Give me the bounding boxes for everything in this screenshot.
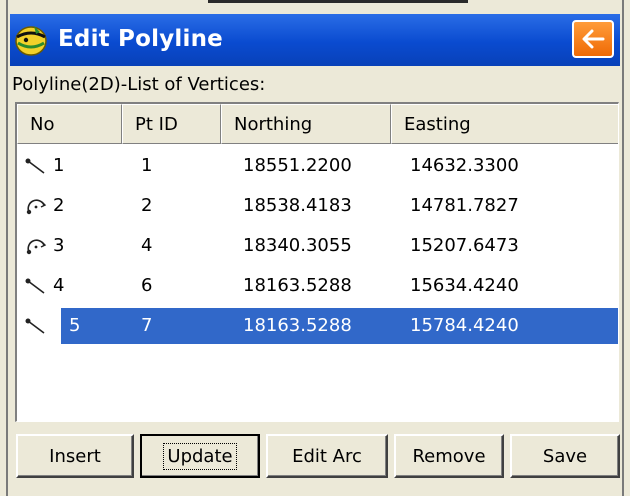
cell-easting: 15784.4240 (410, 315, 519, 336)
cell-easting: 15634.4240 (410, 275, 519, 296)
column-header-no[interactable]: No (17, 104, 122, 144)
update-button-label: Update (163, 442, 237, 470)
cell-easting: 14632.3300 (410, 155, 519, 176)
vertex-list[interactable]: No Pt ID Northing Easting 1 1 18551.2200… (15, 102, 619, 422)
update-button[interactable]: Update (140, 434, 260, 478)
back-arrow-icon (582, 29, 605, 49)
list-header: No Pt ID Northing Easting (17, 104, 618, 144)
remove-button[interactable]: Remove (394, 434, 504, 478)
app-logo-icon (15, 26, 47, 56)
column-header-northing[interactable]: Northing (221, 104, 391, 144)
table-row[interactable]: 1 1 18551.2200 14632.3300 (17, 146, 618, 186)
cell-easting: 15207.6473 (410, 235, 519, 256)
arc-segment-icon (26, 239, 47, 255)
cell-no: 2 (53, 195, 65, 216)
insert-button[interactable]: Insert (16, 434, 134, 478)
cell-northing: 18163.5288 (243, 315, 352, 336)
remove-button-label: Remove (412, 445, 486, 467)
arc-segment-icon (26, 199, 47, 215)
line-segment-icon (25, 278, 45, 294)
window-top-border (208, 0, 468, 3)
back-button[interactable] (572, 20, 614, 58)
line-segment-icon (25, 158, 45, 174)
cell-northing: 18538.4183 (243, 195, 352, 216)
table-row[interactable]: 3 4 18340.3055 15207.6473 (17, 226, 618, 266)
vertex-list-caption: Polyline(2D)-List of Vertices: (12, 74, 266, 95)
cell-northing: 18163.5288 (243, 275, 352, 296)
cell-pt-id: 2 (141, 195, 153, 216)
save-button-label: Save (542, 445, 588, 467)
cell-pt-id: 6 (141, 275, 153, 296)
cell-no: 4 (53, 275, 65, 296)
line-segment-icon (25, 318, 45, 334)
table-row-selected[interactable]: 5 7 18163.5288 15784.4240 (17, 306, 618, 346)
column-header-easting[interactable]: Easting (391, 104, 618, 144)
cell-northing: 18340.3055 (243, 235, 352, 256)
insert-button-label: Insert (49, 445, 101, 467)
column-header-pt-id[interactable]: Pt ID (122, 104, 221, 144)
save-button[interactable]: Save (510, 434, 620, 478)
cell-pt-id: 1 (141, 155, 153, 176)
cell-northing: 18551.2200 (243, 155, 352, 176)
cell-no: 1 (53, 155, 65, 176)
edit-arc-button-label: Edit Arc (292, 445, 362, 467)
cell-easting: 14781.7827 (410, 195, 519, 216)
cell-pt-id: 7 (141, 315, 153, 336)
window-title: Edit Polyline (58, 26, 223, 52)
title-bar: Edit Polyline (10, 14, 620, 66)
cell-pt-id: 4 (141, 235, 153, 256)
cell-no: 5 (69, 315, 81, 336)
action-button-bar: Insert Update Edit Arc Remove Save (16, 434, 620, 478)
table-row[interactable]: 4 6 18163.5288 15634.4240 (17, 266, 618, 306)
cell-no: 3 (53, 235, 65, 256)
table-row[interactable]: 2 2 18538.4183 14781.7827 (17, 186, 618, 226)
edit-arc-button[interactable]: Edit Arc (266, 434, 388, 478)
